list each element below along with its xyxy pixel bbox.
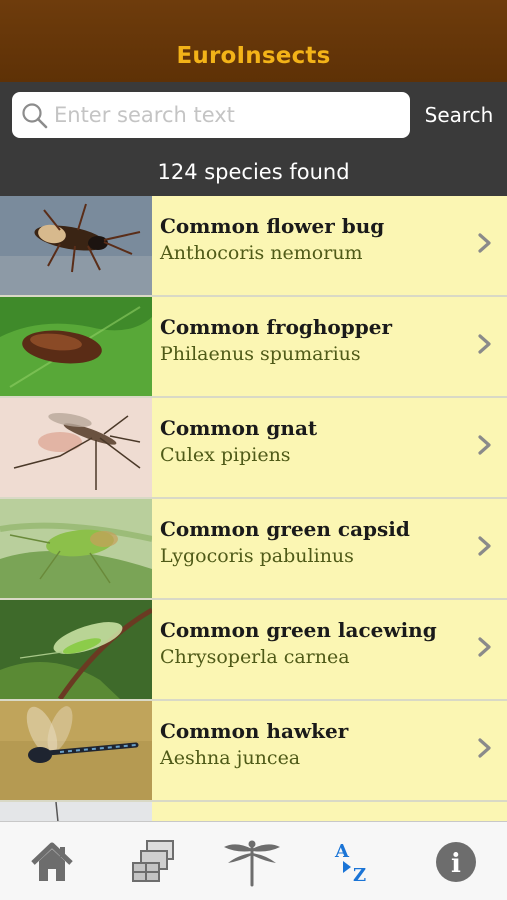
list-item[interactable]: Common flower bug Anthocoris nemorum bbox=[0, 196, 507, 297]
species-thumbnail bbox=[0, 600, 152, 699]
list-item[interactable]: Common gnat Culex pipiens bbox=[0, 398, 507, 499]
tab-info[interactable]: i bbox=[426, 832, 486, 892]
species-latin-name: Culex pipiens bbox=[160, 444, 291, 466]
list-item[interactable]: Common green capsid Lygocoris pabulinus bbox=[0, 499, 507, 600]
list-item[interactable]: Common hawker Aeshna juncea bbox=[0, 701, 507, 802]
species-latin-name: Philaenus spumarius bbox=[160, 343, 361, 365]
az-letter-z: Z bbox=[353, 865, 366, 886]
chevron-right-icon bbox=[478, 435, 491, 455]
tab-a-z[interactable]: A Z bbox=[324, 832, 384, 892]
species-latin-name: Aeshna juncea bbox=[160, 747, 301, 769]
list-item[interactable]: Common green lacewing Chrysoperla carnea bbox=[0, 600, 507, 701]
species-common-name: Common flower bug bbox=[160, 214, 385, 238]
chevron-right-icon bbox=[478, 637, 491, 657]
species-list[interactable]: Common flower bug Anthocoris nemorum Com… bbox=[0, 196, 507, 821]
species-thumbnail bbox=[0, 196, 152, 295]
az-letter-a: A bbox=[334, 841, 350, 862]
species-latin-name: Chrysoperla carnea bbox=[160, 646, 350, 668]
az-sort-icon: A Z bbox=[334, 841, 366, 886]
species-common-name: Common green lacewing bbox=[160, 618, 437, 642]
dragonfly-icon bbox=[224, 840, 280, 887]
home-icon bbox=[31, 842, 73, 881]
result-count: 124 species found bbox=[0, 148, 507, 196]
search-icon bbox=[22, 103, 48, 129]
groups-icon bbox=[132, 840, 174, 882]
chevron-right-icon bbox=[478, 738, 491, 758]
species-thumbnail bbox=[0, 297, 152, 396]
list-item[interactable] bbox=[0, 802, 507, 821]
chevron-right-icon bbox=[478, 233, 491, 253]
species-latin-name: Lygocoris pabulinus bbox=[160, 545, 354, 567]
tab-bar: A Z i bbox=[0, 821, 507, 900]
species-thumbnail bbox=[0, 398, 152, 497]
tab-groups[interactable] bbox=[122, 832, 182, 892]
species-common-name: Common green capsid bbox=[160, 517, 410, 541]
tab-home[interactable] bbox=[22, 832, 82, 892]
app-header: EuroInsects bbox=[0, 0, 507, 82]
list-item[interactable]: Common froghopper Philaenus spumarius bbox=[0, 297, 507, 398]
species-latin-name: Anthocoris nemorum bbox=[160, 242, 363, 264]
info-glyph: i bbox=[451, 849, 461, 879]
tab-insect[interactable] bbox=[222, 832, 282, 892]
search-box[interactable] bbox=[12, 92, 410, 138]
info-icon: i bbox=[436, 842, 476, 882]
species-common-name: Common froghopper bbox=[160, 315, 393, 339]
species-common-name: Common hawker bbox=[160, 719, 349, 743]
species-thumbnail bbox=[0, 802, 152, 821]
search-input[interactable] bbox=[54, 98, 398, 132]
search-button[interactable]: Search bbox=[418, 92, 500, 138]
search-bar: Search bbox=[0, 82, 507, 148]
species-common-name: Common gnat bbox=[160, 416, 318, 440]
species-thumbnail bbox=[0, 499, 152, 598]
app-title: EuroInsects bbox=[176, 43, 331, 69]
chevron-right-icon bbox=[478, 334, 491, 354]
chevron-right-icon bbox=[478, 536, 491, 556]
species-thumbnail bbox=[0, 701, 152, 800]
